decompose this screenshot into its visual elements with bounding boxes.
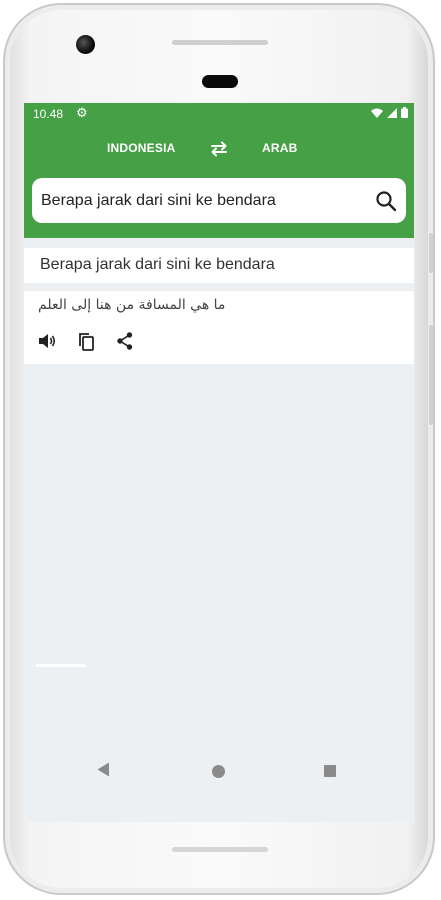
search-icon[interactable] <box>366 178 406 223</box>
battery-icon <box>401 107 408 118</box>
translation-actions <box>37 331 135 351</box>
signal-icon <box>387 107 397 118</box>
power-button <box>429 325 433 425</box>
top-speaker-grille <box>172 40 268 45</box>
earpiece <box>202 75 238 88</box>
translated-text: ما هي المسافة من هنا إلى العلم <box>38 297 226 313</box>
system-icons <box>371 107 408 118</box>
translation-card: ما هي المسافة من هنا إلى العلم <box>24 291 414 364</box>
recents-icon[interactable] <box>324 765 336 777</box>
wifi-icon <box>371 108 383 118</box>
loading-indicator <box>36 664 86 667</box>
source-text: Berapa jarak dari sini ke bendara <box>40 256 275 273</box>
app-bar: 10.48 ⚙ INDONESIA ARAB <box>24 103 414 238</box>
volume-button <box>429 233 433 273</box>
copy-icon[interactable] <box>76 331 96 351</box>
source-text-card: Berapa jarak dari sini ke bendara <box>24 248 414 283</box>
app-screen: 10.48 ⚙ INDONESIA ARAB Berapa jarak dari… <box>24 103 414 822</box>
speaker-icon[interactable] <box>37 331 57 351</box>
target-language-button[interactable]: ARAB <box>262 141 297 155</box>
navigation-bar <box>24 748 414 793</box>
search-box <box>32 178 406 223</box>
status-bar: 10.48 ⚙ <box>24 103 414 125</box>
status-time: 10.48 <box>33 107 64 121</box>
front-camera <box>76 35 95 54</box>
gear-icon: ⚙ <box>76 105 88 120</box>
back-icon[interactable] <box>97 762 110 782</box>
share-icon[interactable] <box>115 331 135 351</box>
home-icon[interactable] <box>212 765 225 778</box>
bottom-speaker-grille <box>172 847 268 852</box>
search-input[interactable] <box>32 178 366 223</box>
swap-arrows-icon[interactable] <box>208 138 230 160</box>
source-language-button[interactable]: INDONESIA <box>107 141 175 155</box>
